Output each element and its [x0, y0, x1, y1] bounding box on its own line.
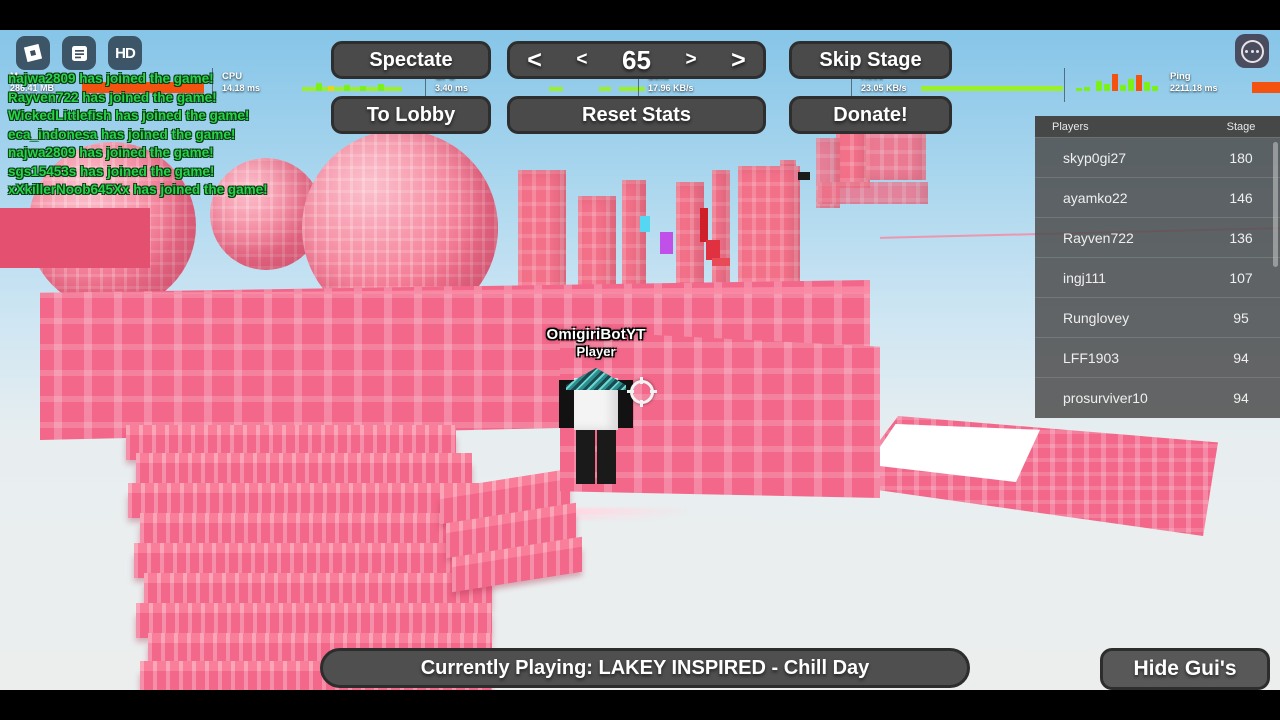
stat-ping: Ping 2211.18 ms [1065, 68, 1280, 104]
avatar-left-leg [576, 430, 595, 484]
donate-button[interactable]: Donate! [789, 96, 952, 134]
leaderboard-player-name: LFF1903 [1063, 349, 1120, 366]
leaderboard-player-stage: 94 [1233, 349, 1249, 366]
stage-first-button[interactable]: < [527, 46, 542, 75]
stat-ping-value: 2211.18 ms [1170, 83, 1218, 93]
leaderboard-row[interactable]: ayamko22 146 [1035, 178, 1280, 218]
game-screen: OmigiriBotYT Player HD Mem 286.41 MB CPU… [0, 0, 1280, 720]
leaderboard-player-name: ayamko22 [1063, 189, 1128, 206]
stat-gpu-value: 3.40 ms [435, 83, 469, 93]
leaderboard-player-stage: 94 [1233, 390, 1249, 406]
leaderboard-row[interactable]: Rayven722 136 [1035, 218, 1280, 258]
leaderboard-player-name: ingj111 [1063, 269, 1107, 286]
leaderboard-player-stage: 180 [1229, 149, 1253, 166]
leaderboard-row[interactable]: ingj111 107 [1035, 258, 1280, 298]
stage-selector[interactable]: < < 65 > > [507, 41, 766, 79]
now-playing-banner: Currently Playing: LAKEY INSPIRED - Chil… [320, 648, 970, 688]
leaderboard-player-name: Runglovey [1063, 309, 1130, 326]
avatar-name-label: OmigiriBotYT [546, 326, 646, 343]
scene-tower [712, 170, 730, 290]
stage-number-value: 65 [622, 44, 651, 75]
avatar-role-label: Player [576, 344, 616, 359]
leaderboard-row[interactable]: Runglovey 95 [1035, 298, 1280, 338]
stat-mem-graph [70, 71, 213, 99]
stat-recv-value: 23.05 KB/s [861, 83, 907, 93]
leaderboard-player-stage: 136 [1229, 229, 1253, 246]
leaderboard-player-stage: 95 [1233, 309, 1249, 326]
stat-cpu-label: CPU [222, 71, 243, 82]
leaderboard-player-name: prosurviver10 [1063, 390, 1148, 406]
skip-stage-button[interactable]: Skip Stage [789, 41, 952, 79]
roblox-logo-icon[interactable] [16, 36, 50, 70]
hd-icon[interactable]: HD [108, 36, 142, 70]
crosshair-icon [627, 377, 657, 407]
scene-player-distant [706, 240, 720, 260]
letterbox-bottom [0, 690, 1280, 720]
leaderboard-header: Players Stage [1035, 116, 1280, 138]
leaderboard-row[interactable]: skyp0gi27 180 [1035, 138, 1280, 178]
scene-player-distant [712, 258, 730, 266]
scene-player-distant [700, 208, 708, 242]
stat-ping-bar [1242, 71, 1280, 99]
leaderboard-row[interactable]: prosurviver10 94 [1035, 378, 1280, 418]
reset-stats-button[interactable]: Reset Stats [507, 96, 766, 134]
chat-icon[interactable] [62, 36, 96, 70]
top-left-icon-bar: HD [16, 36, 142, 70]
leaderboard-header-players: Players [1052, 120, 1089, 133]
hide-gui-button[interactable]: Hide Gui's [1100, 648, 1270, 690]
to-lobby-button[interactable]: To Lobby [331, 96, 491, 134]
stat-mem: Mem 286.41 MB [0, 68, 213, 104]
leaderboard-player-stage: 107 [1229, 269, 1253, 286]
leaderboard-row[interactable]: LFF1903 94 [1035, 338, 1280, 378]
stat-cpu-value: 14.18 ms [222, 83, 261, 93]
player-avatar: OmigiriBotYT Player [536, 326, 657, 516]
stat-ping-graph [1074, 71, 1164, 99]
leaderboard-header-stage: Stage [1226, 120, 1256, 133]
spectate-button[interactable]: Spectate [331, 41, 491, 79]
stat-mem-value: 286.41 MB [10, 83, 55, 93]
more-options-button[interactable] [1235, 34, 1269, 68]
leaderboard-player-stage: 146 [1229, 189, 1253, 206]
stage-next-button[interactable]: > [685, 49, 696, 71]
stage-prev-button[interactable]: < [576, 49, 587, 71]
hd-label: HD [115, 44, 136, 62]
leaderboard-player-name: Rayven722 [1063, 229, 1134, 246]
leaderboard-scrollbar[interactable] [1273, 142, 1278, 267]
leaderboard-player-name: skyp0gi27 [1063, 149, 1127, 166]
ellipsis-icon [1240, 39, 1264, 63]
scene-player-distant [640, 216, 650, 232]
scene-tower [818, 182, 928, 204]
scene-player-distant [660, 232, 673, 254]
scene-block [0, 208, 150, 268]
scene-marker [798, 172, 810, 180]
avatar-right-leg [597, 430, 616, 484]
stat-ping-label: Ping [1170, 71, 1191, 82]
stage-last-button[interactable]: > [731, 46, 746, 75]
leaderboard-panel[interactable]: Players Stage skyp0gi27 180 ayamko22 146… [1035, 116, 1280, 418]
stat-sent-value: 17.96 KB/s [648, 83, 694, 93]
letterbox-top [0, 0, 1280, 30]
stat-mem-label: Mem [10, 71, 32, 82]
